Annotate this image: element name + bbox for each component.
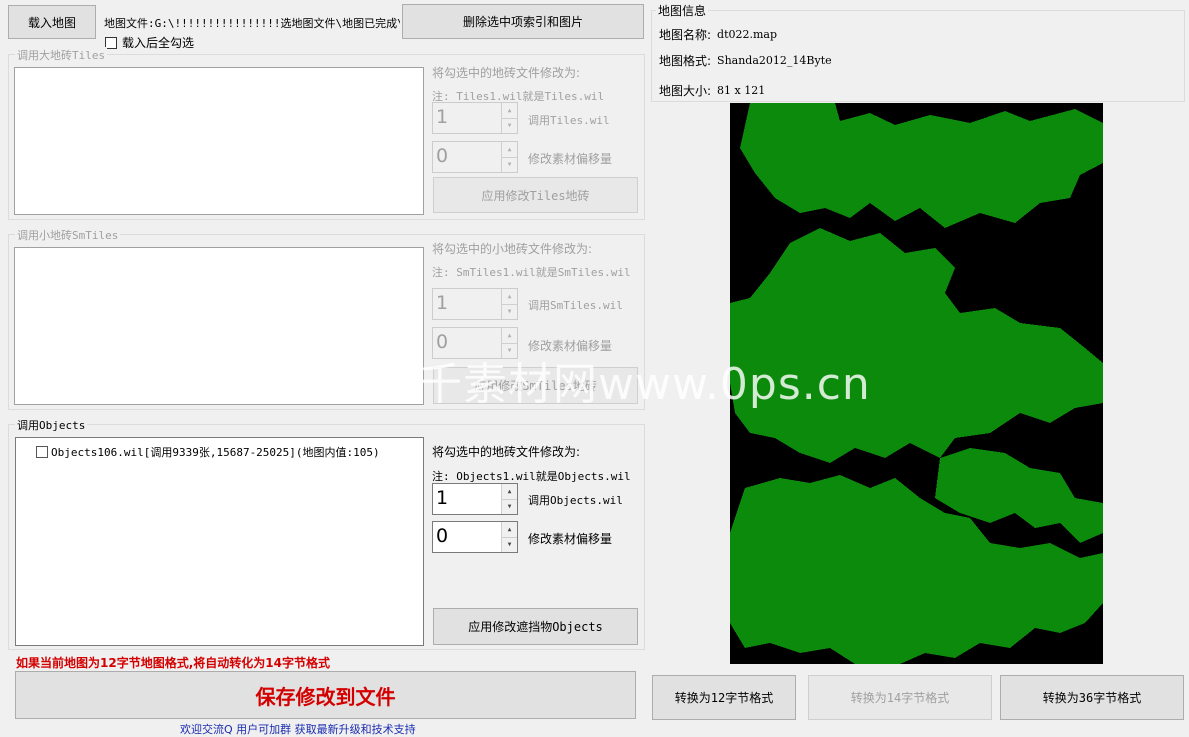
- objects-offset-label: 修改素材偏移量: [528, 532, 613, 546]
- map-preview-image: [730, 103, 1103, 664]
- map-preview[interactable]: [730, 103, 1103, 664]
- tiles-offset: 0: [436, 145, 449, 167]
- objects-note: 注: Objects1.wil就是Objects.wil: [432, 470, 631, 483]
- check-all-after-load[interactable]: 载入后全勾选: [105, 34, 194, 51]
- map-name-row: 地图名称: dt022.map: [659, 26, 777, 43]
- tiles-value-stepper[interactable]: 1 ▲ ▼: [432, 102, 518, 134]
- format-warning: 如果当前地图为12字节地图格式,将自动转化为14字节格式: [16, 656, 330, 670]
- chevron-down-icon[interactable]: ▼: [502, 157, 517, 172]
- apply-objects-button[interactable]: 应用修改遮挡物Objects: [433, 608, 638, 645]
- smtiles-value-stepper[interactable]: 1 ▲ ▼: [432, 288, 518, 320]
- smtiles-group-title: 调用小地砖SmTiles: [15, 227, 121, 243]
- objects-group-title: 调用Objects: [15, 417, 88, 433]
- chevron-up-icon[interactable]: ▲: [502, 289, 517, 305]
- smtiles-offset-label: 修改素材偏移量: [528, 339, 613, 353]
- delete-selected-button[interactable]: 删除选中项索引和图片: [402, 4, 644, 39]
- map-land: [730, 103, 1103, 664]
- list-item[interactable]: Objects106.wil[调用9339张,15687-25025](地图内值…: [16, 438, 423, 460]
- objects-value-label: 调用Objects.wil: [528, 494, 623, 507]
- map-size-value: 81 x 121: [717, 84, 766, 97]
- smtiles-offset: 0: [436, 331, 449, 353]
- objects-change-to-label: 将勾选中的地砖文件修改为:: [432, 445, 581, 459]
- objects-listbox[interactable]: Objects106.wil[调用9339张,15687-25025](地图内值…: [15, 437, 424, 646]
- map-file-path: 地图文件:G:\!!!!!!!!!!!!!!!!选地图文件\地图已完成\: [104, 17, 400, 30]
- chevron-down-icon[interactable]: ▼: [502, 499, 517, 514]
- smtiles-listbox[interactable]: [14, 247, 424, 405]
- apply-tiles-button[interactable]: 应用修改Tiles地砖: [433, 177, 638, 213]
- chevron-down-icon[interactable]: ▼: [502, 304, 517, 319]
- smtiles-change-to-label: 将勾选中的小地砖文件修改为:: [432, 242, 593, 256]
- tiles-offset-stepper[interactable]: 0 ▲ ▼: [432, 141, 518, 173]
- smtiles-value: 1: [436, 292, 449, 314]
- objects-value[interactable]: 1: [433, 484, 501, 514]
- tiles-value: 1: [436, 106, 449, 128]
- map-name-label: 地图名称:: [659, 28, 712, 42]
- chevron-up-icon[interactable]: ▲: [502, 522, 517, 538]
- tiles-change-to-label: 将勾选中的地砖文件修改为:: [432, 66, 581, 80]
- tiles-listbox[interactable]: [14, 67, 424, 215]
- chevron-down-icon[interactable]: ▼: [502, 537, 517, 552]
- map-size-row: 地图大小: 81 x 121: [659, 82, 765, 99]
- chevron-up-icon[interactable]: ▲: [502, 484, 517, 500]
- objects-value-stepper[interactable]: 1 ▲ ▼: [432, 483, 518, 515]
- tiles-offset-label: 修改素材偏移量: [528, 152, 613, 166]
- object-item-checkbox[interactable]: [36, 446, 48, 458]
- load-map-button[interactable]: 载入地图: [8, 5, 96, 39]
- map-name-value: dt022.map: [717, 28, 778, 41]
- smtiles-value-label: 调用SmTiles.wil: [528, 299, 623, 312]
- map-info-title: 地图信息: [656, 2, 709, 19]
- apply-smtiles-button[interactable]: 应用修改SmTiles地砖: [433, 367, 638, 404]
- convert-12byte-button[interactable]: 转换为12字节格式: [652, 675, 796, 720]
- footer-text: 欢迎交流Q 用户可加群 获取最新升级和技术支持: [180, 723, 416, 736]
- smtiles-note: 注: SmTiles1.wil就是SmTiles.wil: [432, 266, 631, 279]
- map-size-label: 地图大小:: [659, 84, 712, 98]
- chevron-down-icon[interactable]: ▼: [502, 118, 517, 133]
- objects-offset[interactable]: 0: [433, 522, 501, 552]
- check-all-label: 载入后全勾选: [122, 36, 195, 50]
- smtiles-offset-stepper[interactable]: 0 ▲ ▼: [432, 327, 518, 359]
- tiles-value-label: 调用Tiles.wil: [528, 114, 610, 127]
- map-format-label: 地图格式:: [659, 54, 712, 68]
- map-format-value: Shanda2012_14Byte: [717, 54, 832, 67]
- map-format-row: 地图格式: Shanda2012_14Byte: [659, 52, 832, 69]
- convert-36byte-button[interactable]: 转换为36字节格式: [1000, 675, 1184, 720]
- chevron-up-icon[interactable]: ▲: [502, 103, 517, 119]
- tiles-group-title: 调用大地砖Tiles: [15, 47, 108, 63]
- convert-14byte-button[interactable]: 转换为14字节格式: [808, 675, 992, 720]
- save-button[interactable]: 保存修改到文件: [15, 671, 636, 719]
- chevron-up-icon[interactable]: ▲: [502, 328, 517, 344]
- object-item-label: Objects106.wil[调用9339张,15687-25025](地图内值…: [51, 446, 380, 459]
- chevron-down-icon[interactable]: ▼: [502, 343, 517, 358]
- chevron-up-icon[interactable]: ▲: [502, 142, 517, 158]
- objects-offset-stepper[interactable]: 0 ▲ ▼: [432, 521, 518, 553]
